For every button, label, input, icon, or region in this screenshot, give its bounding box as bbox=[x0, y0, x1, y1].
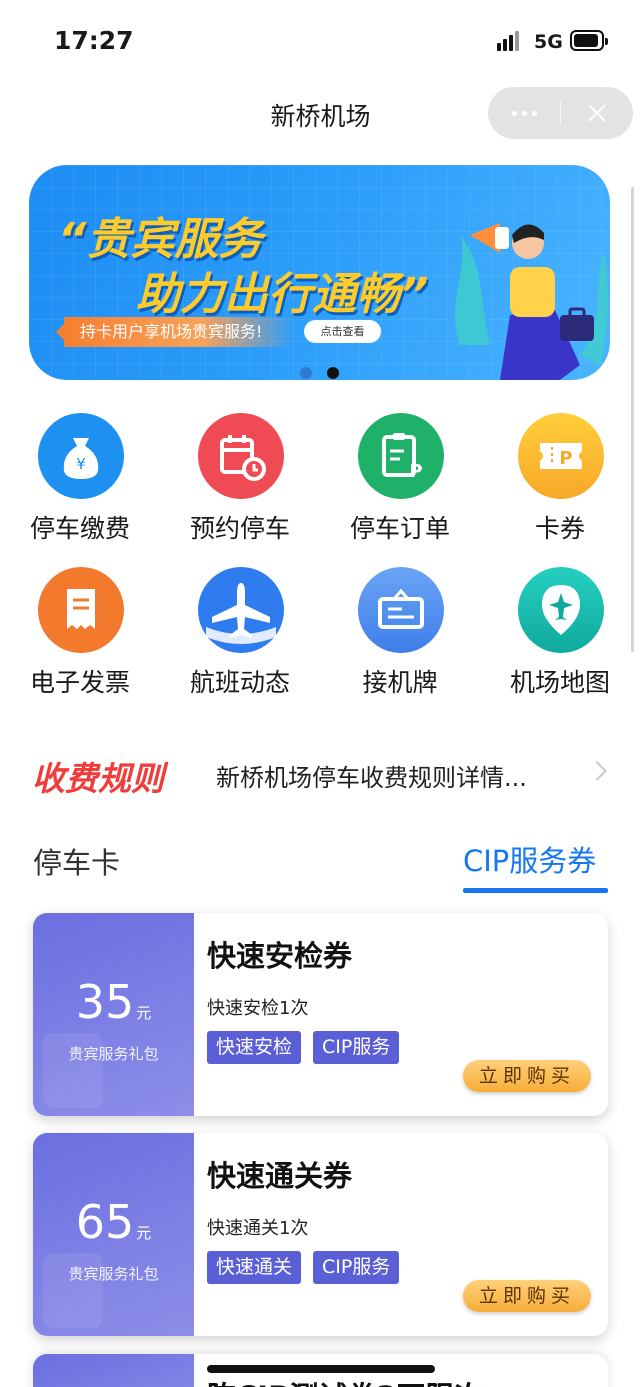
coupon-title: 快速通关券 bbox=[207, 1159, 353, 1193]
calendar-clock-icon bbox=[198, 413, 284, 499]
scrollbar[interactable] bbox=[631, 187, 634, 652]
status-bar: 17:27 5G bbox=[0, 0, 641, 80]
coupon-tag: 快速安检 bbox=[207, 1031, 302, 1064]
charging-rules-logo: 收费规则 bbox=[32, 759, 164, 798]
network-type: 5G bbox=[534, 31, 563, 53]
banner-headline-2: 助力出行通畅” bbox=[136, 269, 429, 320]
close-button[interactable] bbox=[561, 87, 633, 139]
banner-dot[interactable] bbox=[300, 367, 312, 379]
service-coupons[interactable]: P 卡券 bbox=[490, 413, 630, 553]
service-parking-orders[interactable]: P 停车订单 bbox=[330, 413, 470, 553]
more-dot-icon bbox=[531, 110, 537, 116]
airplane-icon bbox=[198, 567, 284, 653]
service-label: 停车缴费 bbox=[29, 514, 130, 543]
banner-dot-active[interactable] bbox=[327, 367, 339, 379]
service-airport-map[interactable]: 机场地图 bbox=[490, 567, 630, 707]
map-pin-airplane-icon bbox=[518, 567, 604, 653]
title-overlay-bar bbox=[207, 1365, 435, 1373]
chevron-right-icon[interactable] bbox=[587, 761, 607, 781]
banner-pagination bbox=[300, 366, 350, 380]
coupon-tag: CIP服务 bbox=[313, 1031, 400, 1064]
coupon-description: 快速通关1次 bbox=[207, 1218, 309, 1239]
coupon-card[interactable]: 陈CIP测试券3不限次 bbox=[33, 1354, 608, 1387]
coupon-price-panel: 65 元 贵宾服务礼包 bbox=[33, 1133, 194, 1336]
svg-text:¥: ¥ bbox=[76, 455, 86, 473]
service-parking-payment[interactable]: ¥ 停车缴费 bbox=[10, 413, 150, 553]
coupon-card[interactable]: 65 元 贵宾服务礼包 快速通关券 快速通关1次 快速通关 CIP服务 立即购买 bbox=[33, 1133, 608, 1336]
price-value: 65 bbox=[75, 1195, 135, 1249]
service-pickup-sign[interactable]: 接机牌 bbox=[330, 567, 470, 707]
banner-view-button[interactable]: 点击查看 bbox=[304, 320, 381, 343]
buy-now-button[interactable]: 立即购买 bbox=[463, 1060, 591, 1092]
pickup-sign-icon bbox=[358, 567, 444, 653]
tab-active-indicator bbox=[463, 888, 608, 893]
banner-strip: 持卡用户享机场贵宾服务! bbox=[56, 317, 294, 347]
coupon-subtitle: 贵宾服务礼包 bbox=[68, 1045, 159, 1063]
svg-text:P: P bbox=[559, 448, 572, 469]
price-value: 35 bbox=[75, 975, 135, 1029]
service-reserve-parking[interactable]: 预约停车 bbox=[170, 413, 310, 553]
coupon-price: 35 元 bbox=[33, 975, 194, 1029]
service-label: 预约停车 bbox=[189, 514, 290, 543]
service-label: 电子发票 bbox=[29, 668, 130, 697]
parking-order-icon: P bbox=[358, 413, 444, 499]
more-dot-icon bbox=[511, 110, 517, 116]
service-label: 接机牌 bbox=[362, 668, 438, 697]
coupon-title: 快速安检券 bbox=[207, 939, 353, 973]
money-bag-icon: ¥ bbox=[38, 413, 124, 499]
signal-icon bbox=[497, 31, 525, 51]
price-unit: 元 bbox=[136, 1224, 152, 1242]
mini-program-capsule bbox=[488, 87, 633, 139]
price-unit: 元 bbox=[136, 1004, 152, 1022]
megaphone-person-illustration bbox=[455, 223, 608, 380]
svg-text:P: P bbox=[409, 461, 422, 482]
charging-rules-link[interactable]: 新桥机场停车收费规则详情... bbox=[216, 758, 527, 793]
service-label: 航班动态 bbox=[189, 668, 290, 697]
service-label: 机场地图 bbox=[509, 668, 610, 697]
coupon-tag: 快速通关 bbox=[207, 1251, 302, 1284]
receipt-icon bbox=[38, 567, 124, 653]
service-label: 停车订单 bbox=[349, 514, 450, 543]
coupon-tags: 快速安检 CIP服务 bbox=[207, 1031, 400, 1064]
battery-icon bbox=[570, 30, 608, 51]
service-e-invoice[interactable]: 电子发票 bbox=[10, 567, 150, 707]
service-flight-status[interactable]: 航班动态 bbox=[170, 567, 310, 707]
coupon-price-panel bbox=[33, 1354, 194, 1387]
coupon-title: 陈CIP测试券3不限次 bbox=[207, 1374, 484, 1387]
more-button[interactable] bbox=[488, 87, 560, 139]
tab-cip-coupon[interactable]: CIP服务券 bbox=[463, 838, 596, 880]
coupon-card[interactable]: 35 元 贵宾服务礼包 快速安检券 快速安检1次 快速安检 CIP服务 立即购买 bbox=[33, 913, 608, 1116]
coupon-tag: CIP服务 bbox=[313, 1251, 400, 1284]
coupon-description: 快速安检1次 bbox=[207, 998, 309, 1019]
service-label: 卡券 bbox=[534, 514, 585, 543]
tab-parking-card[interactable]: 停车卡 bbox=[33, 840, 120, 882]
status-time: 17:27 bbox=[54, 26, 134, 55]
buy-now-button[interactable]: 立即购买 bbox=[463, 1280, 591, 1312]
coupon-tags: 快速通关 CIP服务 bbox=[207, 1251, 400, 1284]
coupon-subtitle: 贵宾服务礼包 bbox=[68, 1265, 159, 1283]
coupon-price-panel: 35 元 贵宾服务礼包 bbox=[33, 913, 194, 1116]
parking-ticket-icon: P bbox=[518, 413, 604, 499]
coupon-price: 65 元 bbox=[33, 1195, 194, 1249]
more-dot-icon bbox=[521, 110, 527, 116]
